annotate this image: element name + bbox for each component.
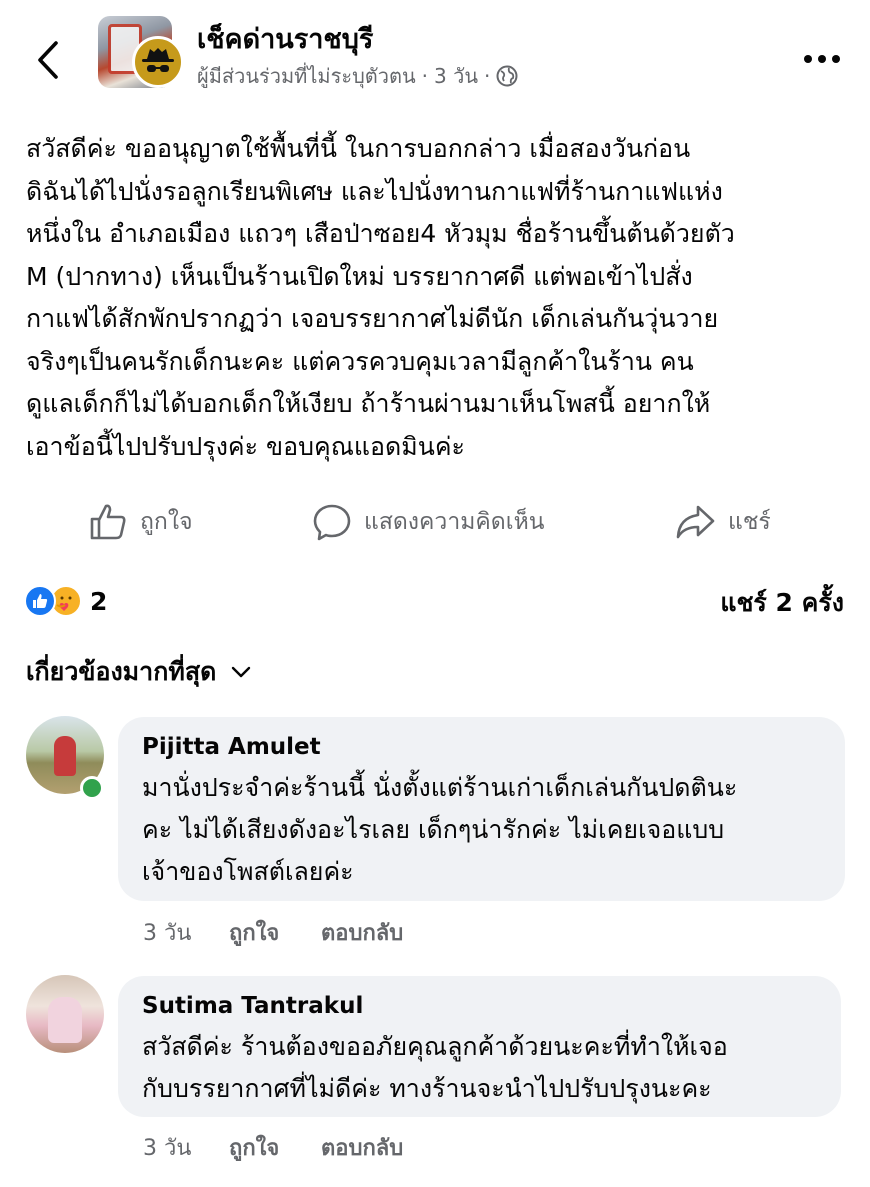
comment-reply-button-2[interactable]: ตอบกลับ [321, 1130, 403, 1165]
group-avatar[interactable] [98, 16, 184, 90]
like-button[interactable]: ถูกใจ [88, 494, 193, 550]
comment-author-2[interactable]: Sutima Tantrakul [142, 992, 817, 1020]
share-label: แชร์ [728, 509, 771, 535]
share-count[interactable]: แชร์ 2 ครั้ง [720, 583, 844, 623]
post-header: เช็คด่านราชบุรี ผู้มีส่วนร่วมที่ไม่ระบุต… [0, 0, 870, 110]
reaction-summary[interactable]: 2 [24, 583, 107, 619]
share-button[interactable]: แชร์ [674, 494, 771, 550]
comment-actions-2: 3 วัน ถูกใจ ตอบกลับ [143, 1130, 403, 1165]
meta-separator-2: · [484, 64, 491, 88]
sort-label: เกี่ยวข้องมากที่สุด [26, 657, 217, 686]
post-meta: ผู้มีส่วนร่วมที่ไม่ระบุตัวตน · 3 วัน · [197, 60, 518, 92]
more-horizontal-icon [804, 55, 840, 63]
comment-like-button-1[interactable]: ถูกใจ [229, 915, 321, 950]
comment-text-2: สวัสดีค่ะ ร้านต้องขออภัยคุณลูกค้าด้วยนะค… [142, 1032, 728, 1103]
post-author[interactable]: ผู้มีส่วนร่วมที่ไม่ระบุตัวตน [197, 60, 416, 92]
thumbs-up-icon [90, 504, 126, 540]
comment-time-1[interactable]: 3 วัน [143, 915, 229, 950]
online-status-dot [80, 776, 104, 800]
reaction-count: 2 [90, 586, 108, 616]
post-time[interactable]: 3 วัน [434, 60, 478, 92]
chevron-left-icon [38, 41, 58, 79]
comment-button[interactable]: แสดงความคิดเห็น [312, 494, 544, 550]
comment-bubble-2[interactable]: Sutima Tantrakul สวัสดีค่ะ ร้านต้องขออภั… [118, 976, 841, 1117]
chevron-down-icon [232, 666, 251, 678]
like-reaction-icon [24, 585, 56, 617]
more-options-button[interactable] [800, 44, 844, 74]
comment-text-1: มานั่งประจำค่ะร้านนี้ นั่งตั้งแต่ร้านเก่… [142, 773, 738, 886]
meta-separator: · [421, 64, 429, 88]
comment-actions-1: 3 วัน ถูกใจ ตอบกลับ [143, 915, 403, 950]
back-button[interactable] [30, 38, 66, 82]
post-action-bar: ถูกใจ แสดงความคิดเห็น แชร์ [0, 494, 870, 550]
comment-sort-dropdown[interactable]: เกี่ยวข้องมากที่สุด [26, 652, 252, 692]
anonymous-member-icon [132, 36, 184, 88]
comment-author-1[interactable]: Pijitta Amulet [142, 733, 821, 761]
comment-label: แสดงความคิดเห็น [364, 509, 545, 535]
post-body-text: สวัสดีค่ะ ขออนุญาตใช้พื้นที่นี้ ในการบอก… [26, 134, 735, 461]
comment-bubble-icon [313, 504, 351, 541]
comment-avatar-2[interactable] [26, 975, 104, 1053]
comment-bubble-1[interactable]: Pijitta Amulet มานั่งประจำค่ะร้านนี้ นั่… [118, 717, 845, 901]
comment-reply-button-1[interactable]: ตอบกลับ [321, 915, 403, 950]
comment-time-2[interactable]: 3 วัน [143, 1130, 229, 1165]
like-label: ถูกใจ [140, 509, 193, 535]
group-name[interactable]: เช็คด่านราชบุรี [197, 17, 373, 60]
comment-like-button-2[interactable]: ถูกใจ [229, 1130, 321, 1165]
globe-icon [496, 65, 518, 87]
share-arrow-icon [676, 505, 715, 539]
